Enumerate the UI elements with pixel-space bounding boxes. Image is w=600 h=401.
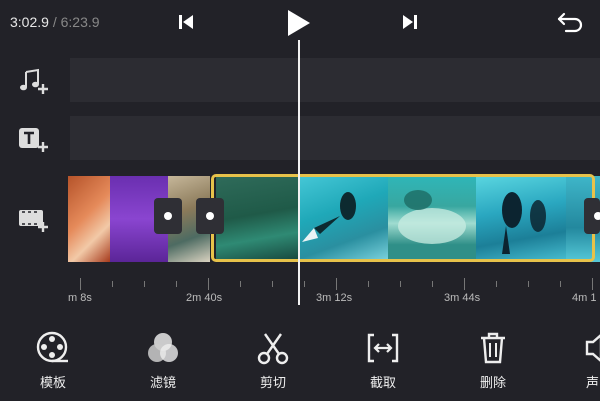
video-add-icon [19,210,48,232]
playhead[interactable] [298,40,300,305]
ruler-tick-label: 3m 12s [316,292,353,304]
template-tool-label: 模板 [39,375,66,390]
undo-button[interactable] [556,10,586,39]
sound-icon [585,334,600,362]
video-clip-thumbnail[interactable] [216,176,300,262]
skip-next-button[interactable] [400,12,420,37]
ruler-tick [400,281,401,287]
ruler-tick-label: m 8s [68,292,92,304]
video-clip-thumbnail[interactable] [388,176,476,262]
undo-icon [557,12,583,33]
diver-silhouette-icon [302,192,356,242]
delete-tool-button[interactable]: 删除 [458,330,528,391]
ruler-tick [336,278,337,290]
ruler-tick [240,281,241,287]
skip-next-icon [403,15,417,29]
ruler-tick [560,281,561,287]
music-track[interactable] [70,58,600,102]
ruler-tick-label: 3m 44s [444,292,481,304]
ruler-tick [208,278,209,290]
filter-circles-icon [148,333,178,362]
transition-handle-right[interactable] [196,198,224,234]
video-clip-thumbnail[interactable] [300,176,388,262]
film-reel-icon [36,331,68,363]
trim-icon [367,333,399,363]
text-add-icon [19,128,48,152]
coral-icon [398,190,466,244]
current-time: 3:02.9 [10,14,49,30]
play-button[interactable] [284,8,312,43]
ruler-tick-label: 2m 40s [186,292,223,304]
video-clip-thumbnail[interactable] [476,176,566,262]
filter-tool-button[interactable]: 滤镜 [128,330,198,391]
sound-tool-button[interactable]: 声 [566,330,600,391]
add-text-button[interactable] [18,126,50,154]
cut-tool-button[interactable]: 剪切 [238,330,308,391]
template-tool-button[interactable]: 模板 [18,330,88,391]
add-video-button[interactable] [18,206,50,234]
ruler-tick [80,278,81,290]
video-clip-thumbnail[interactable] [68,176,110,262]
ruler-tick [368,281,369,287]
delete-tool-label: 删除 [479,375,506,390]
time-separator: / [48,14,61,30]
time-readout: 3:02.9 / 6:23.9 [10,14,100,30]
ruler-tick-label: 4m 1 [572,292,597,304]
ruler-tick [464,278,465,290]
diver-silhouette-icon [502,192,546,254]
play-icon [288,10,310,36]
scissors-icon [257,333,289,365]
filter-tool-label: 滤镜 [149,375,176,390]
ruler-tick [144,281,145,287]
trim-tool-label: 截取 [369,375,396,390]
video-track[interactable] [68,176,600,262]
trash-icon [481,332,505,364]
ruler-tick [272,281,273,287]
ruler-tick [528,281,529,287]
ruler-tick [496,281,497,287]
ruler-tick [592,278,593,290]
ruler-tick [112,281,113,287]
timeline-ruler[interactable]: m 8s 2m 40s 3m 12s 3m 44s 4m 1 [68,272,600,312]
ruler-tick [304,281,305,287]
add-music-button[interactable] [18,68,50,96]
cut-tool-label: 剪切 [259,375,286,390]
ruler-tick [432,281,433,287]
skip-previous-button[interactable] [176,12,196,37]
trim-tool-button[interactable]: 截取 [348,330,418,391]
music-add-icon [20,68,48,94]
ruler-tick [176,281,177,287]
sound-tool-label: 声 [586,375,600,390]
skip-previous-icon [179,15,193,29]
transition-handle-left[interactable] [154,198,182,234]
text-track[interactable] [70,116,600,160]
total-time: 6:23.9 [60,14,100,30]
transition-handle-edge[interactable] [584,198,600,234]
